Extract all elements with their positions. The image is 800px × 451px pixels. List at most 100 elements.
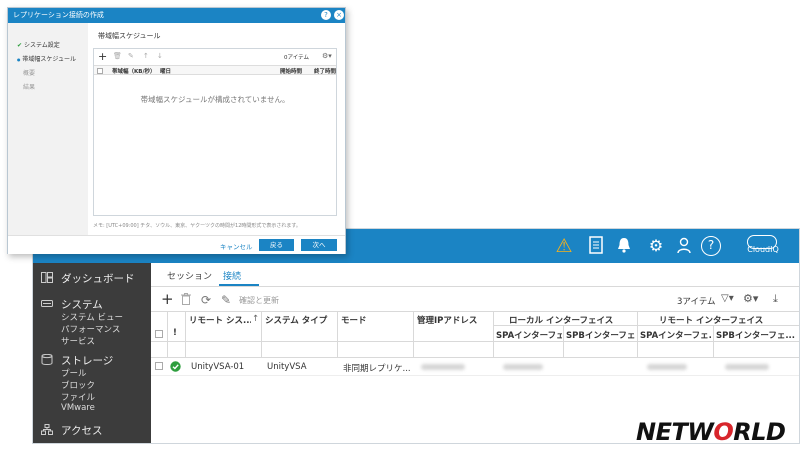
remote-spb-header[interactable]: SPBインターフェ...: [716, 329, 799, 341]
step-bandwidth-schedule[interactable]: ● 帯域幅スケジュール: [17, 54, 76, 63]
grid-line: [563, 325, 564, 357]
sidebar: ダッシュボード システム システム ビュー パフォーマンス サービス ストレージ…: [33, 263, 151, 443]
grid-line: [261, 311, 262, 357]
sidebar-sub-service[interactable]: サービス: [61, 335, 95, 347]
logo-text: RLD: [733, 418, 786, 446]
warning-icon[interactable]: ⚠: [553, 236, 575, 256]
networld-logo: NETWORLD: [636, 418, 796, 448]
move-down-icon[interactable]: ↓: [157, 52, 163, 60]
refresh-icon[interactable]: ⟳: [201, 293, 211, 307]
remote-interface-header: リモート インターフェイス: [659, 316, 764, 326]
sidebar-label: システム: [61, 299, 103, 311]
bell-icon[interactable]: [613, 236, 635, 256]
item-count: 0アイテム: [284, 55, 309, 61]
tab-session[interactable]: セッション: [167, 269, 212, 282]
next-button[interactable]: 次へ: [301, 239, 337, 251]
sidebar-label: アクセス: [61, 425, 103, 437]
local-spa-header[interactable]: SPAインターフェ...: [496, 329, 562, 341]
sidebar-sub-system-view[interactable]: システム ビュー: [61, 311, 123, 323]
section-title: 帯域幅スケジュール: [98, 32, 161, 40]
dialog-title-bar: レプリケーション接続の作成 ? ×: [8, 8, 345, 23]
local-interface-header: ローカル インターフェイス: [509, 316, 614, 326]
weekday-header[interactable]: 曜日: [160, 67, 171, 75]
logo-text: O: [713, 418, 734, 446]
cloudiq-button[interactable]: CloudIQ: [737, 235, 789, 255]
document-icon[interactable]: [585, 236, 607, 256]
sort-ascending-icon[interactable]: ↑: [252, 314, 259, 324]
cancel-button[interactable]: キャンセル: [220, 241, 253, 251]
column-settings-icon[interactable]: ⚙▾: [743, 292, 758, 305]
help-icon[interactable]: ?: [701, 236, 721, 256]
check-icon: ✔: [17, 42, 23, 49]
step-results: 結果: [23, 84, 36, 91]
sidebar-sub-vmware[interactable]: VMware: [61, 403, 95, 413]
mode-cell: 非同期レプリケ...: [343, 364, 411, 374]
unisphere-window: ⚠ ⚙ ? CloudIQ ダッシュボード システム システム ビュー パフォー…: [32, 228, 800, 444]
remote-system-cell: UnityVSA-01: [191, 362, 245, 372]
delete-icon[interactable]: [181, 293, 191, 308]
sidebar-item-dashboard[interactable]: ダッシュボード: [41, 271, 135, 286]
schedule-grid: + 🗑 ✎ ↑ ↓ 0アイテム ⚙▾ 帯域幅（KB/秒） 曜日 開始時間 終了時…: [93, 48, 337, 216]
edit-icon[interactable]: ✎: [221, 293, 231, 307]
grid-line: [167, 311, 168, 357]
filter-icon[interactable]: ▽▾: [721, 293, 734, 304]
redacted-remote-spa: [647, 364, 687, 370]
grid-line: [185, 311, 186, 357]
row-checkbox[interactable]: [155, 362, 163, 370]
access-icon: [41, 424, 53, 435]
grid-line: [713, 325, 714, 357]
select-all-checkbox[interactable]: [97, 68, 103, 74]
schedule-header-row: 帯域幅（KB/秒） 曜日 開始時間 終了時間: [94, 65, 336, 75]
local-spb-header[interactable]: SPBインターフェ...: [566, 329, 636, 341]
sidebar-item-access[interactable]: アクセス: [41, 423, 102, 438]
tab-connection[interactable]: 接続: [223, 269, 241, 282]
end-time-header[interactable]: 終了時間: [314, 67, 336, 75]
verify-update-button[interactable]: 確認と更新: [239, 295, 279, 306]
dialog-help-icon[interactable]: ?: [321, 10, 331, 20]
remote-system-header[interactable]: リモート シス...: [189, 314, 251, 326]
start-time-header[interactable]: 開始時間: [280, 67, 302, 75]
logo-text: NETW: [636, 418, 714, 446]
sidebar-sub-performance[interactable]: パフォーマンス: [61, 323, 120, 335]
redacted-ip: [421, 364, 465, 370]
dialog-footer: キャンセル 戻る 次へ: [8, 235, 345, 254]
redacted-local-spa: [503, 364, 543, 370]
mode-header[interactable]: モード: [341, 314, 411, 326]
step-system-settings[interactable]: ✔ システム設定: [17, 40, 60, 49]
system-type-cell: UnityVSA: [267, 362, 307, 372]
download-icon[interactable]: ⤓: [773, 292, 778, 306]
cloud-icon: [747, 235, 777, 249]
storage-icon: [41, 354, 53, 365]
sidebar-sub-block[interactable]: ブロック: [61, 379, 95, 391]
step-label: 帯域幅スケジュール: [22, 56, 77, 63]
back-button[interactable]: 戻る: [259, 239, 294, 251]
remote-spa-header[interactable]: SPAインターフェ...: [640, 329, 712, 341]
edit-icon[interactable]: ✎: [128, 52, 134, 60]
dialog-close-icon[interactable]: ×: [334, 10, 344, 20]
create-replication-dialog: レプリケーション接続の作成 ? × ✔ システム設定 ● 帯域幅スケジュール 概…: [7, 7, 346, 254]
grid-line: [493, 311, 494, 357]
dialog-title: レプリケーション接続の作成: [13, 11, 104, 19]
move-up-icon[interactable]: ↑: [143, 52, 149, 60]
gear-icon[interactable]: ⚙: [645, 236, 667, 256]
tab-divider: [151, 286, 799, 287]
column-settings-icon[interactable]: ⚙▾: [322, 52, 332, 60]
user-icon[interactable]: [673, 236, 695, 256]
sidebar-item-system[interactable]: システム: [41, 297, 103, 312]
timezone-note: メモ: [UTC+09:00] チタ、ソウル、東京、ヤクーツクの時間が12時間形…: [93, 223, 301, 229]
add-button[interactable]: +: [161, 290, 174, 308]
grid-line: [413, 311, 414, 357]
grid-line: [151, 341, 799, 342]
delete-icon[interactable]: 🗑: [113, 52, 122, 60]
sidebar-sub-file[interactable]: ファイル: [61, 391, 95, 403]
sidebar-sub-pool[interactable]: プール: [61, 367, 87, 379]
bandwidth-header[interactable]: 帯域幅（KB/秒）: [112, 67, 155, 75]
step-summary: 概要: [23, 70, 36, 77]
step-label: システム設定: [23, 42, 60, 49]
select-all-checkbox[interactable]: [155, 330, 163, 338]
grid-line: [151, 357, 799, 358]
mgmt-ip-header[interactable]: 管理IPアドレス: [417, 314, 491, 326]
system-type-header[interactable]: システム タイプ: [265, 314, 335, 326]
add-schedule-button[interactable]: +: [98, 50, 107, 63]
sidebar-item-storage[interactable]: ストレージ: [41, 353, 113, 368]
